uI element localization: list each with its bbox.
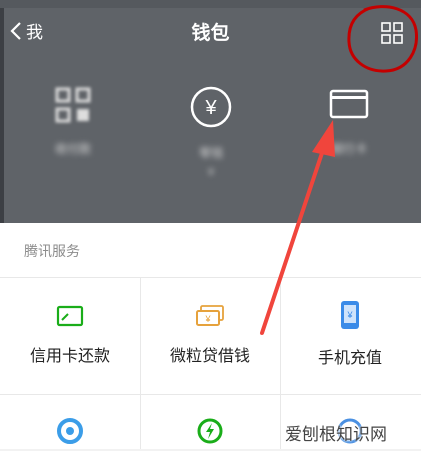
service-item-row2-1[interactable] bbox=[0, 416, 140, 451]
wallet-item-pay[interactable]: 收付款 bbox=[23, 85, 123, 157]
cash-loan-icon: ¥ bbox=[196, 305, 224, 326]
svg-text:¥: ¥ bbox=[346, 310, 353, 320]
svg-text:¥: ¥ bbox=[204, 314, 211, 324]
wallet-item-label: 银行卡 bbox=[330, 142, 367, 156]
lightning-icon bbox=[197, 418, 223, 444]
wallet-item-change[interactable]: ¥ 零钱 ¥ bbox=[161, 85, 261, 178]
service-label: 微粒贷借钱 bbox=[169, 348, 250, 365]
refresh-drop-icon bbox=[57, 418, 83, 444]
chevron-left-icon bbox=[10, 21, 21, 40]
divider bbox=[0, 277, 421, 278]
wallet-balance: ¥ bbox=[208, 167, 214, 178]
service-label: 手机充值 bbox=[317, 350, 382, 367]
back-button[interactable]: 我 bbox=[10, 18, 43, 43]
service-credit-card-repay[interactable]: 信用卡还款 bbox=[0, 303, 140, 366]
bank-card-icon bbox=[329, 89, 369, 119]
service-label: 信用卡还款 bbox=[29, 348, 110, 365]
wallet-item-label: 收付款 bbox=[54, 142, 91, 156]
back-label: 我 bbox=[26, 23, 43, 42]
yuan-coin-icon: ¥ bbox=[190, 86, 232, 128]
wallet-item-cards[interactable]: 银行卡 bbox=[299, 85, 399, 157]
divider bbox=[0, 394, 421, 395]
phone-topup-icon: ¥ bbox=[341, 301, 359, 329]
red-circle-annotation bbox=[347, 5, 418, 73]
credit-card-icon bbox=[56, 305, 84, 327]
service-phone-topup[interactable]: ¥ 手机充值 bbox=[280, 299, 420, 368]
svg-text:¥: ¥ bbox=[204, 97, 217, 119]
qr-pay-icon bbox=[55, 87, 91, 123]
watermark: 爱刨根知识网 bbox=[285, 425, 387, 444]
service-weilidai-loan[interactable]: ¥ 微粒贷借钱 bbox=[140, 303, 280, 366]
service-item-row2-2[interactable] bbox=[140, 416, 280, 451]
tencent-services-section: 腾讯服务 信用卡还款 ¥ 微粒贷借钱 ¥ 手机充值 bbox=[0, 223, 421, 449]
wallet-item-label: 零钱 bbox=[198, 146, 223, 160]
section-title: 腾讯服务 bbox=[24, 243, 80, 259]
